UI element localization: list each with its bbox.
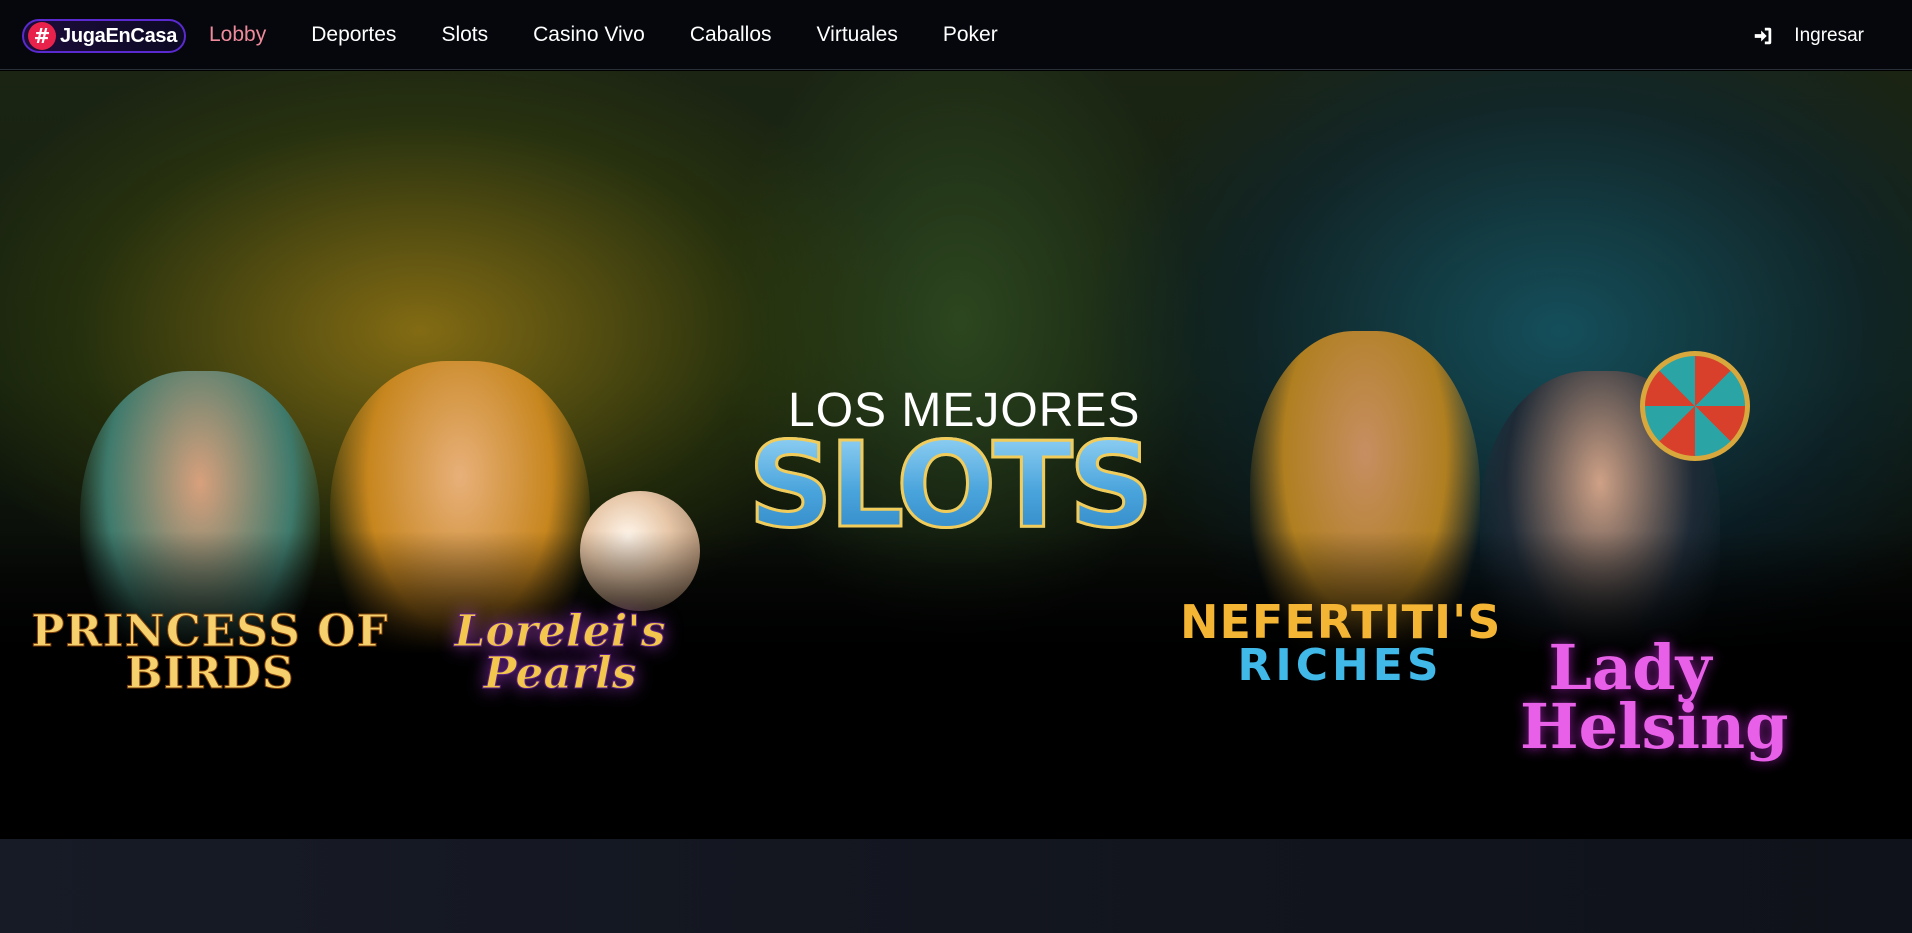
login-button[interactable]: Ingresar [1752, 22, 1864, 50]
top-navigation-bar: # JugaEnCasa Lobby Deportes Slots Casino… [0, 0, 1912, 70]
sign-in-icon [1755, 27, 1772, 45]
logo-hash-icon: # [28, 22, 56, 50]
game-logo-nefertitis-riches: NEFERTITI'S RICHES [1180, 599, 1500, 691]
wheel-icon [1640, 351, 1750, 461]
logo-text: JugaEnCasa [60, 24, 178, 47]
nav-item-caballos[interactable]: Caballos [690, 23, 772, 47]
nav-item-casino-vivo[interactable]: Casino Vivo [533, 23, 645, 47]
game-logo-lorelei-pearls: Lorelei's Pearls [454, 606, 666, 699]
main-nav: Lobby Deportes Slots Casino Vivo Caballo… [209, 0, 1043, 70]
game-logo-nefertiti-subtitle: RICHES [1237, 639, 1443, 691]
game-logo-lady-helsing: Lady Helsing [1520, 631, 1789, 763]
nav-item-poker[interactable]: Poker [943, 23, 998, 47]
login-label: Ingresar [1794, 25, 1864, 46]
content-section [0, 839, 1912, 933]
nav-item-virtuales[interactable]: Virtuales [817, 23, 898, 47]
site-logo[interactable]: # JugaEnCasa [22, 19, 186, 53]
nav-item-lobby[interactable]: Lobby [209, 23, 266, 47]
hero-banner[interactable]: LOS MEJORES SLOTS PRINCESS OF BIRDS Lore… [0, 71, 1912, 839]
nav-item-slots[interactable]: Slots [441, 23, 488, 47]
nav-item-deportes[interactable]: Deportes [311, 23, 396, 47]
hero-title: SLOTS [747, 416, 1156, 554]
game-logo-princess-of-birds: PRINCESS OF BIRDS [31, 606, 389, 699]
